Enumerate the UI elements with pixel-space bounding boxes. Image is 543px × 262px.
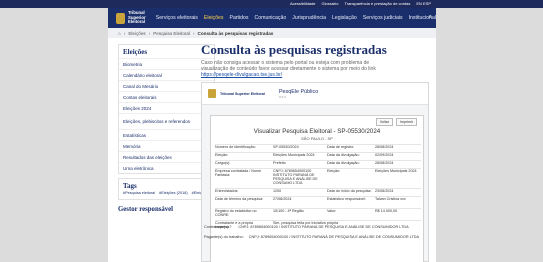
language-links[interactable]: EN ESP — [416, 1, 431, 6]
page-content: Eleições Biometria Calendário eleitoral … — [108, 38, 436, 262]
sidebar-item-mesario[interactable]: Canal do Mesário — [119, 80, 214, 91]
tse-logo[interactable]: Tribunal Superior Eleitoral — [116, 10, 152, 25]
contratante-label: Contratante(s): — [204, 225, 230, 229]
tags-title: Tags — [123, 182, 137, 190]
survey-title: Visualizar Pesquisa Eleitoral - SP-05530… — [253, 128, 381, 135]
pagante-value: CNPJ: 8789654000100 / INSTITUTO PARANÁ D… — [248, 235, 420, 239]
nav-legislacao[interactable]: Legislação — [332, 15, 357, 21]
breadcrumb-eleicoes[interactable]: Eleições — [128, 31, 145, 36]
tag-eleicoes-2018[interactable]: #Eleições (2018) — [159, 191, 188, 195]
sidebar-item-resultados[interactable]: Resultados das eleições — [119, 151, 214, 162]
detail-row: Eleição: Eleições Municipais 2024 Data d… — [215, 152, 421, 157]
sidebar-item-urna[interactable]: Urna eletrônica — [119, 162, 214, 173]
accessibility-link[interactable]: Acessibilidade — [290, 1, 316, 6]
nav-eleicoes[interactable]: Eleições — [204, 15, 224, 21]
embed-header: Tribunal Superior Eleitoral PesqEle Públ… — [202, 83, 428, 105]
top-utility-bar: Acessibilidade Glossário Transparência e… — [0, 0, 543, 8]
main-navbar: Tribunal Superior Eleitoral Serviços ele… — [108, 8, 436, 28]
page-title: Consulta às pesquisas registradas — [201, 42, 387, 57]
survey-location: SÃO PAULO - SP — [301, 136, 333, 141]
sidebar-menu: Biometria Calendário eleitoral Canal do … — [119, 58, 214, 173]
intro-text: Caso não consiga acessar o sistema pelo … — [201, 60, 376, 78]
sidebar-item-memoria[interactable]: Memória — [119, 140, 214, 151]
nav-jurisprudencia[interactable]: Jurisprudência — [292, 15, 326, 21]
brand-line3: Eleitoral — [128, 19, 145, 25]
embed-brand: Tribunal Superior Eleitoral — [220, 91, 265, 96]
tag-pesquisa[interactable]: #Pesquisa eleitoral — [123, 191, 155, 195]
breadcrumb-pesquisa[interactable]: Pesquisa Eleitoral — [153, 31, 190, 36]
emblem-icon — [116, 12, 125, 24]
sidebar-item-contas[interactable]: Contas eleitorais — [119, 91, 214, 102]
pesqele-embed: Tribunal Superior Eleitoral PesqEle Públ… — [201, 82, 429, 262]
transparency-link[interactable]: Transparência e prestação de contas — [344, 1, 410, 6]
utility-links: Acessibilidade Glossário Transparência e… — [290, 1, 431, 6]
detail-row: Cargo(s): Prefeito Data da divulgação: 2… — [215, 160, 421, 165]
print-button[interactable]: Imprimir — [396, 118, 417, 126]
nav-comunicacao[interactable]: Comunicação — [255, 15, 287, 21]
pagante-label: Pagante(s) do trabalho: — [204, 235, 244, 239]
back-button[interactable]: Voltar — [375, 118, 394, 126]
contratante-value: CNPJ: 8789654000100 / INSTITUTO PARANÁ D… — [238, 225, 409, 229]
emblem-icon — [208, 89, 216, 98]
breadcrumb-current: Consulta às pesquisas registradas — [197, 30, 274, 36]
detail-row: Empresa contratada / Nome Fantasia: CNPJ… — [215, 168, 421, 186]
main-nav: Serviços eleitorais Eleições Partidos Co… — [156, 15, 436, 21]
sidebar-item-biometria[interactable]: Biometria — [119, 58, 214, 69]
sidebar-item-estatisticas[interactable]: Estatísticas — [119, 129, 214, 140]
home-icon[interactable]: ⌂ — [118, 31, 121, 36]
main-content: Consulta às pesquisas registradas Caso n… — [201, 42, 426, 79]
sidebar-title: Eleições — [123, 48, 148, 56]
breadcrumb: ⌂ › Eleições › Pesquisa Eleitoral › Cons… — [108, 28, 436, 38]
search-icon[interactable]: ⌕ — [429, 14, 432, 21]
detail-row: Número de identificação: SP-05530/2024 D… — [215, 144, 421, 149]
sidebar-item-plebiscitos[interactable]: Eleições, plebiscitos e referendos — [119, 113, 214, 129]
sidebar-item-eleicoes-2024[interactable]: Eleições 2024 — [119, 102, 214, 113]
embed-app-sub: v.x.x — [278, 94, 286, 99]
detail-row: Registro do estatístico no CONRE: 10/100… — [215, 208, 421, 218]
nav-partidos[interactable]: Partidos — [229, 15, 248, 21]
pesqele-link[interactable]: https://pesqele-divulgacao.tse.jus.br/ — [201, 72, 282, 78]
glossary-link[interactable]: Glossário — [322, 1, 339, 6]
nav-servicos-eleitorais[interactable]: Serviços eleitorais — [156, 15, 198, 21]
nav-servicos-judiciais[interactable]: Serviços judiciais — [363, 15, 403, 21]
detail-row: Data de término da pesquisa: 27/08/2024 … — [215, 196, 421, 206]
detail-row: Entrevistados: 1200 Data do início da pe… — [215, 188, 421, 193]
survey-card: Voltar Imprimir Visualizar Pesquisa Elei… — [210, 115, 424, 262]
embed-app-title: PesqEle Público — [278, 88, 319, 95]
sidebar-item-calendario[interactable]: Calendário eleitoral — [119, 69, 214, 80]
